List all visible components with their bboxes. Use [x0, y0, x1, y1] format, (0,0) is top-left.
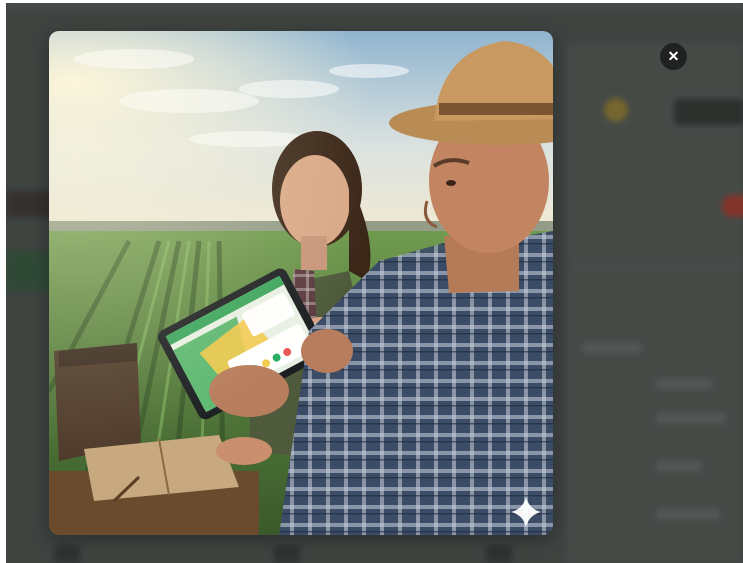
background-text-line	[582, 343, 642, 353]
background-text-line	[656, 461, 702, 471]
background-heading	[674, 99, 743, 125]
background-text-line	[656, 413, 726, 423]
background-thumbnail	[54, 545, 80, 563]
background-thumbnail	[486, 545, 512, 563]
background-text-line	[656, 379, 712, 389]
lightbox-overlay: ✕	[6, 3, 743, 563]
close-icon: ✕	[667, 48, 680, 64]
background-thumbnail	[274, 545, 300, 563]
background-topbar	[6, 3, 743, 9]
background-block	[6, 251, 52, 291]
background-text-line	[656, 509, 720, 519]
close-button[interactable]: ✕	[660, 43, 687, 70]
lightbox-image	[49, 31, 553, 535]
background-badge	[722, 195, 743, 217]
background-block	[6, 191, 52, 217]
farmers-tablet-illustration	[49, 31, 553, 535]
background-divider	[566, 265, 743, 266]
background-icon	[604, 98, 628, 122]
